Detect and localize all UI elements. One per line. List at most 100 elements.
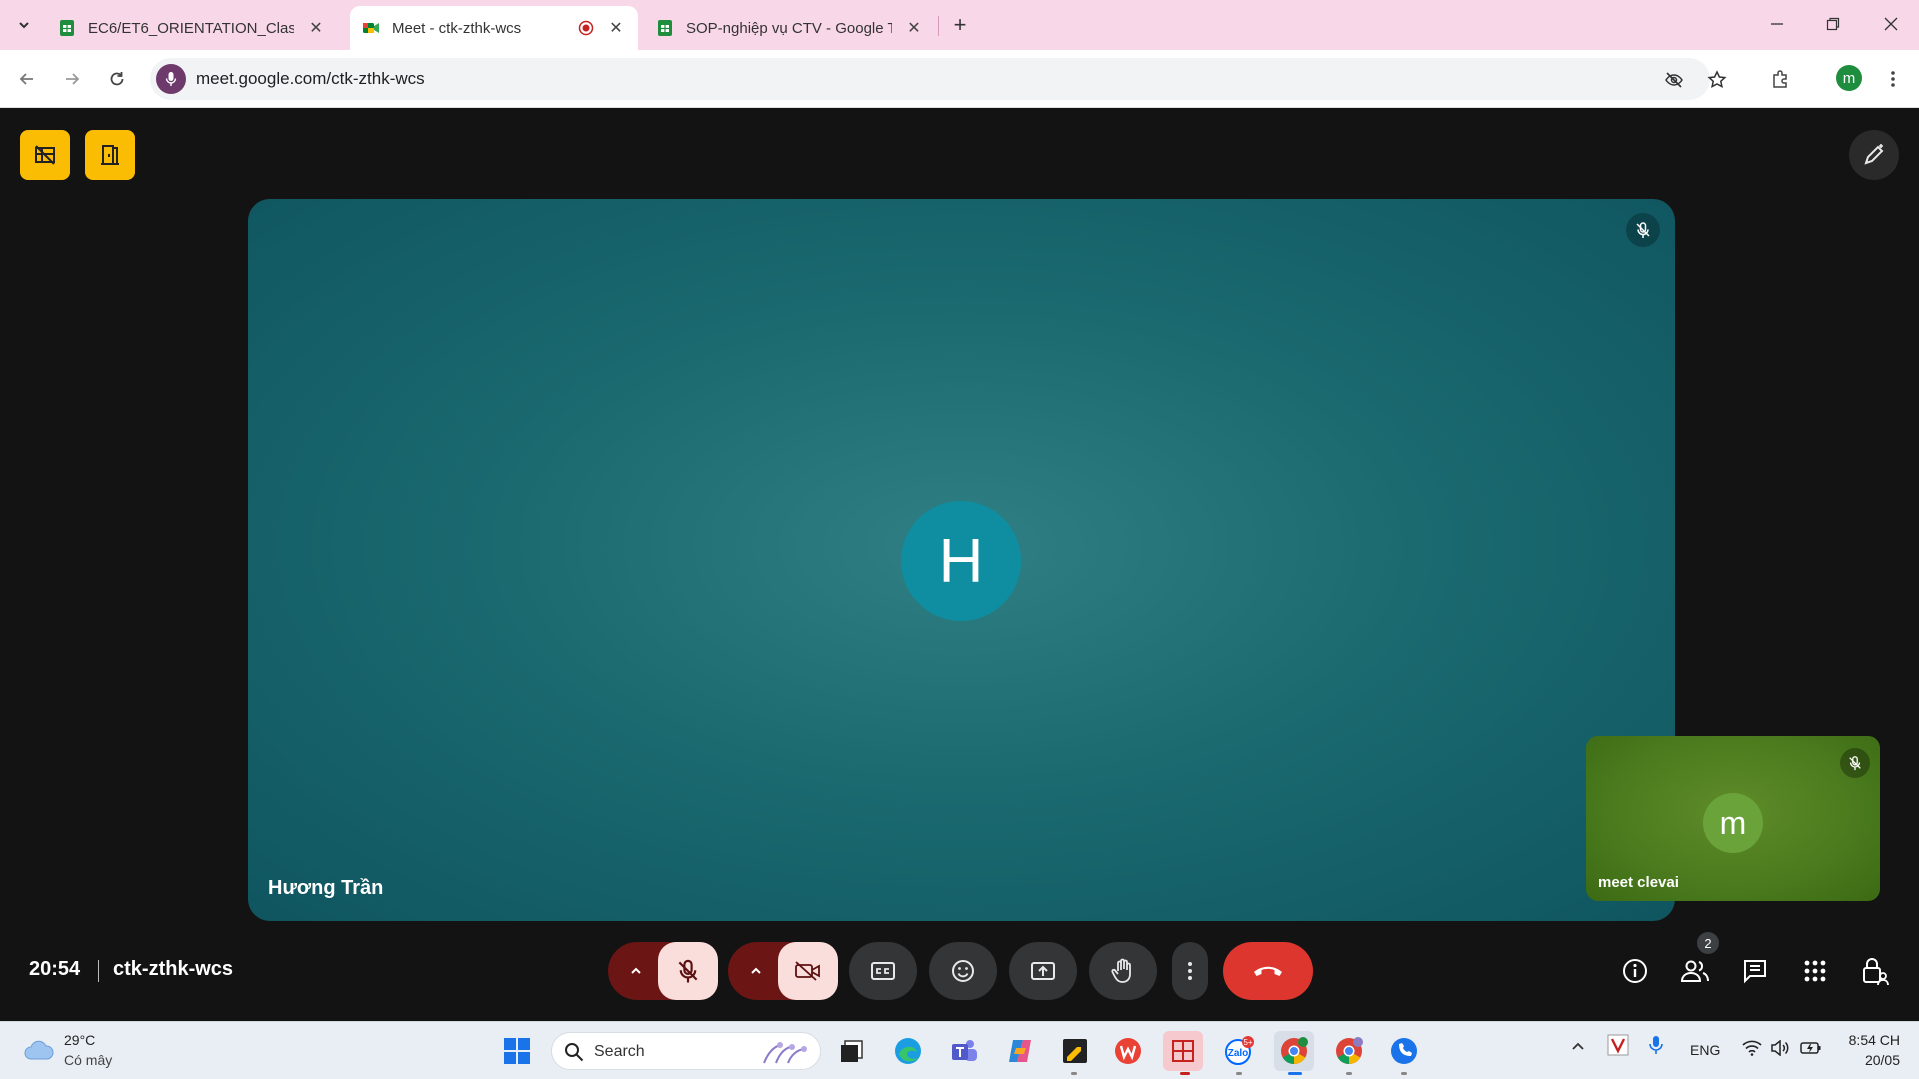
chat-button[interactable] — [1737, 953, 1773, 989]
tab-meet[interactable]: Meet - ctk-zthk-wcs ✕ — [350, 6, 638, 50]
info-icon — [1623, 959, 1647, 983]
captions-button[interactable] — [849, 942, 917, 1000]
tab-sop[interactable]: SOP-nghiệp vụ CTV - Google Tr ✕ — [644, 6, 936, 50]
windows-taskbar: 29°C Có mây Search Zalo 5+ ENG 8:54 CH 2… — [0, 1021, 1919, 1079]
restore-button[interactable] — [1810, 8, 1856, 40]
volume-icon[interactable] — [1770, 1039, 1790, 1059]
mic-toggle-button[interactable] — [658, 942, 718, 1000]
meeting-code: ctk-zthk-wcs — [113, 958, 234, 980]
participant-avatar: H — [901, 501, 1021, 621]
copilot-icon — [1009, 1040, 1031, 1062]
mic-off-icon — [1840, 748, 1870, 778]
layout-toggle-button[interactable] — [20, 130, 70, 180]
forward-button[interactable] — [57, 64, 87, 94]
video-settings-button[interactable] — [732, 942, 780, 1000]
chat-icon — [1744, 960, 1766, 984]
phone-hangup-icon — [1254, 966, 1282, 976]
self-view-tile[interactable]: m meet clevai — [1586, 736, 1880, 901]
reactions-button[interactable] — [929, 942, 997, 1000]
edge-icon — [895, 1038, 921, 1064]
camera-toggle-button[interactable] — [778, 942, 838, 1000]
activities-button[interactable] — [1797, 953, 1833, 989]
taskbar-date[interactable]: 20/05 — [1844, 1052, 1900, 1068]
self-avatar: m — [1703, 793, 1763, 853]
profile-avatar[interactable]: m — [1836, 65, 1862, 91]
battery-icon[interactable] — [1800, 1040, 1822, 1059]
running-indicator — [1180, 1072, 1190, 1075]
weather-description: Có mây — [64, 1052, 113, 1068]
participant-count-badge: 2 — [1697, 932, 1719, 954]
back-button[interactable] — [12, 64, 42, 94]
microphone-in-use-icon[interactable] — [156, 64, 186, 94]
more-vertical-icon[interactable] — [1878, 64, 1908, 94]
sticky-notes-icon — [1063, 1039, 1087, 1063]
edge-app[interactable] — [888, 1031, 928, 1071]
raise-hand-button[interactable] — [1089, 942, 1157, 1000]
copilot-app[interactable] — [1000, 1031, 1040, 1071]
close-icon — [1884, 17, 1898, 31]
chevron-up-icon — [751, 967, 761, 974]
task-view-icon — [841, 1040, 863, 1062]
participant-tile-main[interactable]: H Hương Trần — [248, 199, 1675, 921]
microphone-tray-icon[interactable] — [1648, 1034, 1664, 1059]
new-tab-button[interactable]: + — [946, 12, 974, 38]
minimize-button[interactable] — [1754, 8, 1800, 40]
language-indicator[interactable]: ENG — [1690, 1042, 1720, 1058]
vietkey-tray-icon[interactable] — [1607, 1034, 1629, 1059]
extensions-puzzle-icon[interactable] — [1766, 64, 1796, 94]
chrome-app-profile[interactable] — [1329, 1031, 1369, 1071]
end-call-button[interactable] — [1223, 942, 1313, 1000]
recording-icon — [578, 20, 594, 36]
present-screen-icon — [1031, 962, 1055, 980]
phone-app[interactable] — [1384, 1031, 1424, 1071]
tab-search-button[interactable] — [10, 12, 38, 38]
camera-control-group — [728, 942, 838, 1000]
eye-off-icon[interactable] — [1662, 68, 1686, 92]
people-button[interactable] — [1677, 953, 1713, 989]
arrow-left-icon — [19, 73, 33, 85]
close-window-button[interactable] — [1868, 8, 1914, 40]
teams-app[interactable] — [944, 1031, 984, 1071]
host-controls-button[interactable] — [1857, 953, 1893, 989]
minimize-icon — [1771, 23, 1783, 25]
wps-icon — [1115, 1038, 1141, 1064]
participant-name: Hương Trần — [268, 877, 384, 899]
annotate-button[interactable] — [1849, 130, 1899, 180]
show-hidden-icons-button[interactable] — [1570, 1038, 1586, 1057]
audio-settings-button[interactable] — [612, 942, 660, 1000]
start-button[interactable] — [497, 1031, 537, 1071]
address-bar[interactable]: meet.google.com/ctk-zthk-wcs — [150, 58, 1727, 100]
sticky-notes-app[interactable] — [1055, 1031, 1095, 1071]
more-vertical-icon — [1188, 962, 1192, 980]
hand-icon — [1111, 958, 1131, 983]
taskbar-search[interactable]: Search — [551, 1032, 821, 1070]
camera-off-icon — [795, 961, 820, 981]
chrome-app-active[interactable] — [1274, 1031, 1314, 1071]
leave-room-button[interactable] — [85, 130, 135, 180]
lock-person-icon — [1863, 958, 1889, 986]
wifi-icon[interactable] — [1742, 1040, 1762, 1059]
wps-office-app[interactable] — [1108, 1031, 1148, 1071]
tab-ec6-orientation[interactable]: EC6/ET6_ORIENTATION_Class (n ✕ — [46, 6, 338, 50]
snipping-app[interactable] — [1163, 1031, 1203, 1071]
present-screen-button[interactable] — [1009, 942, 1077, 1000]
chevron-up-icon — [631, 967, 641, 974]
more-options-button[interactable] — [1172, 942, 1208, 1000]
running-indicator — [1236, 1072, 1242, 1075]
mic-control-group — [608, 942, 718, 1000]
bookmark-star-icon[interactable] — [1705, 68, 1729, 92]
close-tab-icon[interactable]: ✕ — [904, 18, 924, 38]
close-tab-icon[interactable]: ✕ — [306, 18, 326, 38]
running-indicator — [1288, 1072, 1302, 1075]
task-view-button[interactable] — [832, 1031, 872, 1071]
teams-icon — [952, 1040, 977, 1061]
browser-toolbar: meet.google.com/ctk-zthk-wcs m — [0, 50, 1919, 108]
zalo-app[interactable]: Zalo 5+ — [1219, 1031, 1259, 1071]
plus-icon: + — [953, 12, 967, 37]
close-tab-icon[interactable]: ✕ — [606, 18, 626, 38]
taskbar-time[interactable]: 8:54 CH — [1844, 1032, 1900, 1048]
google-sheets-icon — [58, 19, 76, 37]
meeting-details-button[interactable] — [1617, 953, 1653, 989]
pen-sparkle-icon — [1864, 144, 1884, 165]
reload-button[interactable] — [102, 64, 132, 94]
